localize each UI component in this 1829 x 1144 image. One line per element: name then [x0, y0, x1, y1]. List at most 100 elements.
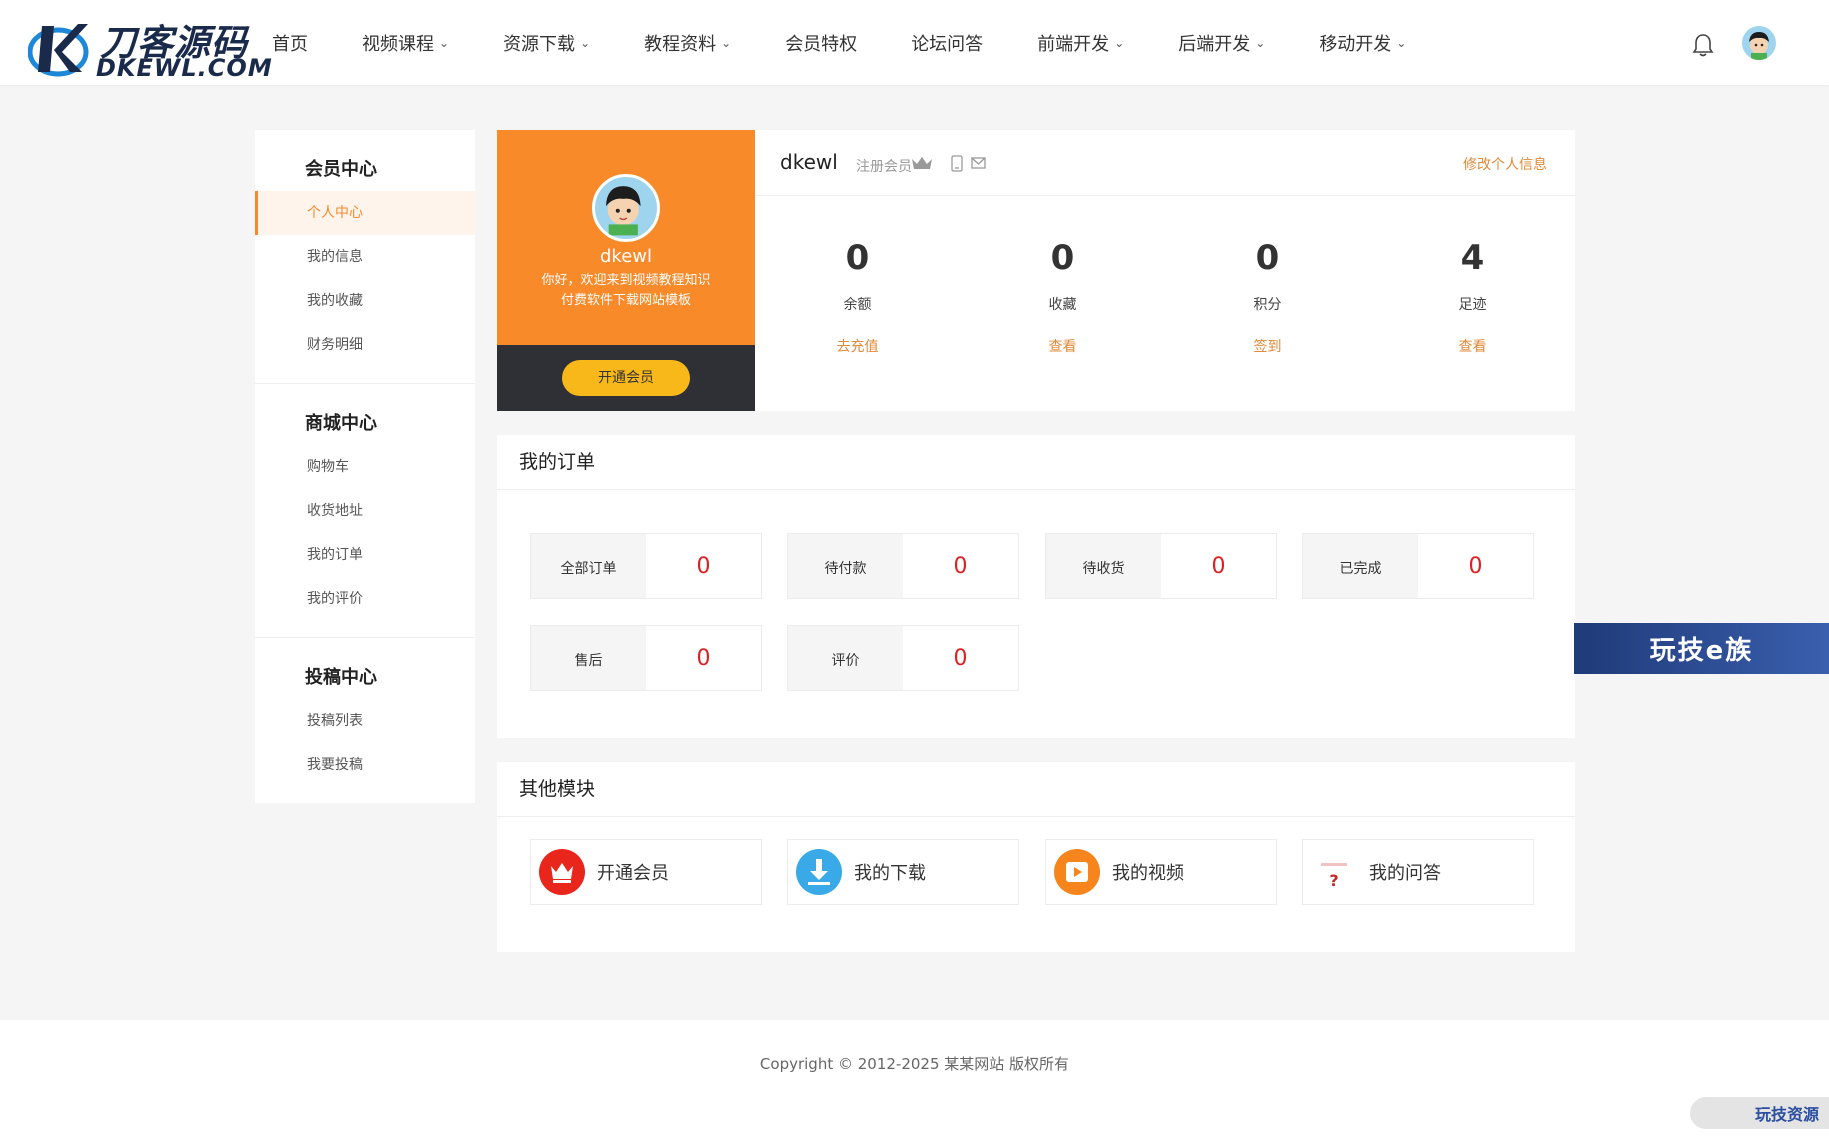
- sidebar-group-member: 会员中心 个人中心 我的信息 我的收藏 财务明细: [255, 130, 475, 384]
- sidebar-item-submit[interactable]: 我要投稿: [255, 743, 475, 787]
- member-role-badge: 注册会员: [856, 159, 912, 175]
- view-footprints-link[interactable]: 查看: [1459, 336, 1487, 356]
- sidebar-item-my-reviews[interactable]: 我的评价: [255, 577, 475, 621]
- nav-frontend[interactable]: 前端开发 ⌄: [1037, 30, 1124, 56]
- chevron-down-icon: ⌄: [580, 35, 591, 50]
- main-nav: 首页 视频课程 ⌄ 资源下载 ⌄ 教程资料 ⌄ 会员特权 论坛问答 前端开发 ⌄ 后端开…: [272, 0, 1460, 85]
- play-icon: [1054, 849, 1100, 895]
- nav-label: 资源下载: [503, 33, 576, 55]
- stat-value: 0: [1255, 238, 1280, 278]
- profile-welcome: 你好，欢迎来到视频教程知识 付费软件下载网站模板: [497, 271, 755, 311]
- order-count: 0: [1468, 553, 1483, 579]
- nav-tutorials[interactable]: 教程资料 ⌄: [644, 30, 731, 56]
- nav-home[interactable]: 首页: [272, 30, 308, 56]
- module-label: 开通会员: [597, 863, 669, 884]
- phone-icon[interactable]: [951, 155, 963, 172]
- nav-forum[interactable]: 论坛问答: [911, 30, 983, 56]
- modules-panel: 其他模块 开通会员 我的下载 我的视频 ? 我的问答: [497, 762, 1575, 952]
- profile-avatar[interactable]: [592, 174, 660, 242]
- logo-text-en: DKEWL.COM: [96, 54, 273, 82]
- sidebar-item-submission-list[interactable]: 投稿列表: [255, 699, 475, 743]
- sidebar-item-my-orders[interactable]: 我的订单: [255, 533, 475, 577]
- nav-mobile[interactable]: 移动开发 ⌄: [1319, 30, 1406, 56]
- order-label: 待付款: [788, 534, 903, 598]
- sidebar-item-finance[interactable]: 财务明细: [255, 323, 475, 367]
- sidebar-item-my-info[interactable]: 我的信息: [255, 235, 475, 279]
- profile-summary: dkewl 你好，欢迎来到视频教程知识 付费软件下载网站模板 开通会员: [497, 130, 755, 411]
- bell-icon[interactable]: [1692, 33, 1714, 57]
- stat-balance: 0 余额 去充值: [755, 196, 960, 411]
- site-footer: Copyright © 2012-2025 某某网站 版权所有: [0, 1020, 1829, 1144]
- sidebar-item-my-favorites[interactable]: 我的收藏: [255, 279, 475, 323]
- sidebar-group-title: 商城中心: [305, 413, 377, 434]
- sidebar-group-submission: 投稿中心 投稿列表 我要投稿: [255, 638, 475, 803]
- nav-label: 前端开发: [1037, 33, 1110, 55]
- module-label: 我的下载: [854, 863, 926, 884]
- order-label: 已完成: [1303, 534, 1418, 598]
- sidebar-group-title: 会员中心: [305, 159, 377, 180]
- profile-banner: dkewl 你好，欢迎来到视频教程知识 付费软件下载网站模板: [497, 130, 755, 345]
- sidebar-item-address[interactable]: 收货地址: [255, 489, 475, 533]
- stat-favorites: 0 收藏 查看: [960, 196, 1165, 411]
- crown-icon: [912, 157, 932, 169]
- mail-icon[interactable]: [971, 157, 986, 169]
- order-count: 0: [953, 553, 968, 579]
- chevron-down-icon: ⌄: [1114, 35, 1125, 50]
- nav-label: 移动开发: [1319, 33, 1392, 55]
- svg-text:?: ?: [1329, 871, 1338, 890]
- sidebar-group-title: 投稿中心: [305, 667, 377, 688]
- order-count: 0: [696, 553, 711, 579]
- chevron-down-icon: ⌄: [721, 35, 732, 50]
- avatar-face-icon: [1749, 32, 1769, 60]
- order-all[interactable]: 全部订单 0: [530, 533, 762, 599]
- corner-watermark-badge[interactable]: 玩技资源: [1690, 1097, 1829, 1129]
- stat-points: 0 积分 签到: [1165, 196, 1370, 411]
- nav-backend[interactable]: 后端开发 ⌄: [1178, 30, 1265, 56]
- nav-vip-privileges[interactable]: 会员特权: [785, 30, 857, 56]
- stat-value: 4: [1460, 238, 1485, 278]
- sidebar-item-personal-center[interactable]: 个人中心: [255, 191, 475, 235]
- order-label: 全部订单: [531, 534, 646, 598]
- stat-label: 积分: [1253, 297, 1282, 313]
- stat-label: 足迹: [1458, 297, 1487, 313]
- profile-stats: 0 余额 去充值 0 收藏 查看 0 积分 签到 4 足迹 查看: [755, 196, 1575, 411]
- stat-value: 0: [845, 238, 870, 278]
- orders-panel: 我的订单 全部订单 0 待付款 0 待收货 0 已完成 0 售后 0 评价 0: [497, 435, 1575, 738]
- orders-title: 我的订单: [497, 435, 1575, 490]
- order-pending-receipt[interactable]: 待收货 0: [1045, 533, 1277, 599]
- edit-profile-link[interactable]: 修改个人信息: [1463, 154, 1547, 174]
- user-avatar[interactable]: [1742, 26, 1776, 60]
- stat-footprints: 4 足迹 查看: [1370, 196, 1575, 411]
- module-label: 我的视频: [1112, 863, 1184, 884]
- check-in-link[interactable]: 签到: [1254, 336, 1282, 356]
- order-label: 待收货: [1046, 534, 1161, 598]
- module-open-vip[interactable]: 开通会员: [530, 839, 762, 905]
- order-review[interactable]: 评价 0: [787, 625, 1019, 691]
- nav-resource-download[interactable]: 资源下载 ⌄: [503, 30, 590, 56]
- order-completed[interactable]: 已完成 0: [1302, 533, 1534, 599]
- nav-label: 首页: [272, 33, 308, 55]
- welcome-line: 你好，欢迎来到视频教程知识: [541, 273, 711, 288]
- site-logo[interactable]: 刀客源码 DKEWL.COM: [28, 12, 272, 84]
- module-label: 我的问答: [1369, 863, 1441, 884]
- sidebar-item-cart[interactable]: 购物车: [255, 445, 475, 489]
- profile-username: dkewl: [780, 150, 838, 174]
- view-favorites-link[interactable]: 查看: [1049, 336, 1077, 356]
- chevron-down-icon: ⌄: [439, 35, 450, 50]
- order-after-sales[interactable]: 售后 0: [530, 625, 762, 691]
- nav-video-courses[interactable]: 视频课程 ⌄: [362, 30, 449, 56]
- crown-icon: [539, 849, 585, 895]
- module-my-videos[interactable]: 我的视频: [1045, 839, 1277, 905]
- open-vip-button[interactable]: 开通会员: [562, 360, 690, 396]
- logo-k-icon: [28, 24, 89, 77]
- recharge-link[interactable]: 去充值: [837, 336, 879, 356]
- float-ad-banner[interactable]: 玩技e族: [1574, 623, 1829, 674]
- order-label: 评价: [788, 626, 903, 690]
- top-header: 刀客源码 DKEWL.COM 首页 视频课程 ⌄ 资源下载 ⌄ 教程资料 ⌄ 会员特权…: [0, 0, 1829, 85]
- module-my-questions[interactable]: ? 我的问答: [1302, 839, 1534, 905]
- order-pending-payment[interactable]: 待付款 0: [787, 533, 1019, 599]
- module-my-downloads[interactable]: 我的下载: [787, 839, 1019, 905]
- order-count: 0: [953, 645, 968, 671]
- sidebar-group-mall: 商城中心 购物车 收货地址 我的订单 我的评价: [255, 384, 475, 638]
- avatar-face-icon: [605, 186, 641, 236]
